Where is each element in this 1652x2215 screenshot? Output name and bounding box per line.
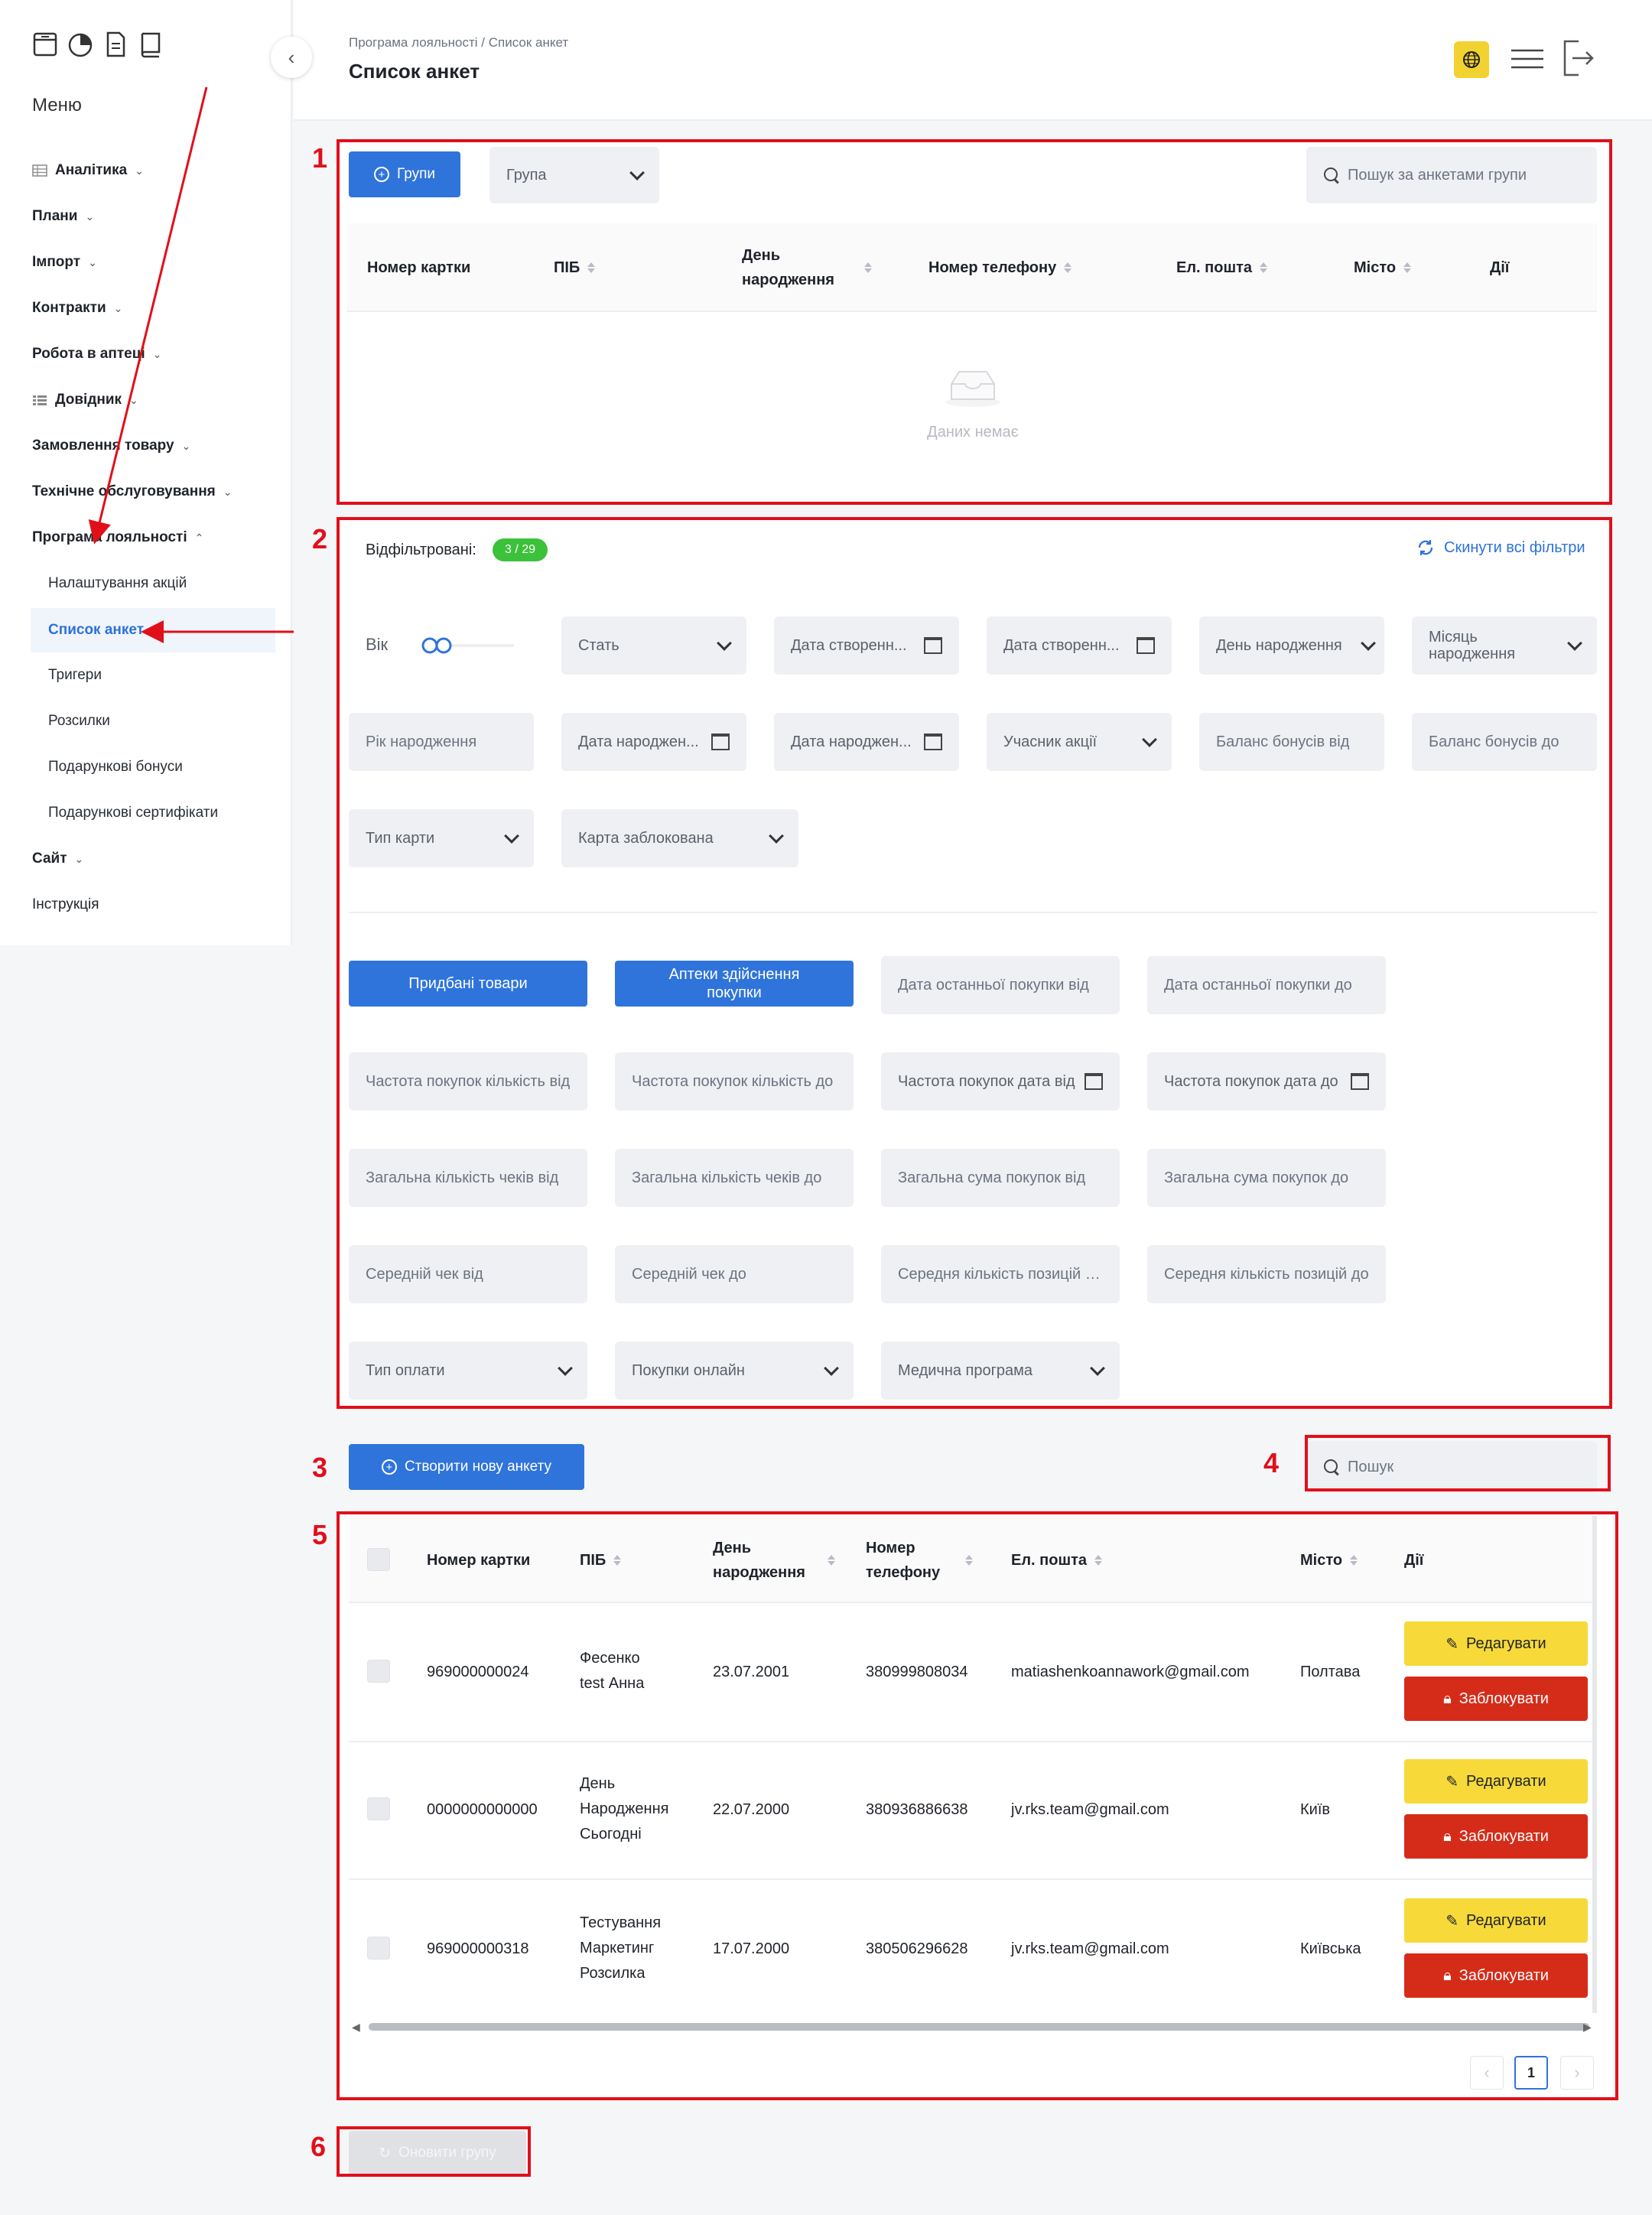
chevron-down-icon: ⌄	[129, 393, 138, 406]
sidebar-item-label: Інструкція	[32, 896, 99, 912]
logout-icon[interactable]	[1562, 38, 1595, 78]
globe-icon	[1463, 51, 1480, 68]
sidebar-item-label: Довідник	[55, 392, 122, 408]
sidebar-item-instructions[interactable]: Інструкція	[32, 896, 99, 913]
sidebar: Меню Аналітика ⌄ Плани ⌄ Імпорт ⌄ Контракти…	[0, 0, 292, 945]
sidebar-item-plans[interactable]: Плани ⌄	[32, 208, 94, 225]
list-icon	[32, 394, 47, 406]
chevron-down-icon: ⌄	[152, 347, 162, 360]
annotation-number: 6	[311, 2131, 327, 2162]
create-form-label: Створити нову анкету	[404, 1459, 552, 1475]
hamburger-menu-icon[interactable]	[1510, 46, 1545, 72]
menu-title: Меню	[32, 95, 82, 115]
annotation-box-1	[337, 139, 1612, 505]
sidebar-subitem-forms-list[interactable]: Список анкет	[31, 608, 275, 652]
sidebar-item-label: Імпорт	[32, 254, 81, 270]
sidebar-item-loyalty[interactable]: Програма лояльності ⌃	[32, 529, 203, 546]
annotation-number: 4	[1263, 1447, 1280, 1478]
sidebar-item-label: Аналітика	[55, 162, 128, 178]
language-button[interactable]	[1454, 41, 1489, 78]
sidebar-item-label: Програма лояльності	[32, 529, 187, 545]
sidebar-item-label: Замовлення товару	[32, 437, 174, 454]
sidebar-subitem-gift-certificates[interactable]: Подарункові сертифікати	[48, 805, 218, 821]
sidebar-item-label: Плани	[32, 208, 78, 224]
collapse-sidebar-button[interactable]: ‹	[271, 37, 312, 78]
sidebar-item-label: Технічне обслуговування	[32, 483, 216, 499]
annotation-box-5	[337, 1511, 1618, 2100]
create-form-button[interactable]: + Створити нову анкету	[349, 1444, 584, 1490]
sidebar-item-pharmacy-work[interactable]: Робота в аптеці ⌄	[32, 346, 161, 363]
plus-circle-icon: +	[381, 1459, 397, 1475]
sidebar-item-reference[interactable]: Довідник ⌄	[32, 392, 138, 408]
annotation-box-2	[337, 517, 1612, 1409]
annotation-box-4	[1305, 1435, 1611, 1491]
page-header: Програма лояльності / Список анкет Списо…	[294, 0, 1652, 121]
annotation-number: 1	[312, 142, 328, 174]
chevron-down-icon: ⌄	[88, 255, 97, 268]
chevron-up-icon: ⌃	[194, 531, 204, 544]
chevron-down-icon: ⌄	[223, 485, 233, 498]
sidebar-top-icons	[32, 31, 164, 58]
sidebar-item-label: Робота в аптеці	[32, 346, 145, 362]
sidebar-subitem-promo-settings[interactable]: Налаштування акцій	[48, 575, 187, 592]
sidebar-subitem-mailings[interactable]: Розсилки	[48, 713, 110, 730]
chevron-left-icon: ‹	[288, 45, 295, 69]
pie-chart-icon[interactable]	[67, 31, 93, 58]
annotation-number: 3	[312, 1452, 328, 1483]
chevron-down-icon: ⌄	[85, 210, 95, 223]
sidebar-item-maintenance[interactable]: Технічне обслуговування ⌄	[32, 483, 233, 500]
annotation-box-6	[337, 2126, 531, 2177]
chevron-down-icon: ⌄	[181, 439, 191, 452]
chevron-down-icon: ⌄	[74, 852, 84, 865]
sidebar-subitem-gift-bonuses[interactable]: Подарункові бонуси	[48, 759, 183, 776]
sidebar-item-import[interactable]: Імпорт ⌄	[32, 254, 97, 271]
sidebar-item-analytics[interactable]: Аналітика ⌄	[32, 162, 144, 179]
sidebar-item-label: Контракти	[32, 300, 106, 316]
document-icon[interactable]	[102, 31, 128, 58]
sidebar-subitem-triggers[interactable]: Тригери	[48, 667, 102, 684]
book-icon[interactable]	[138, 31, 164, 58]
sidebar-item-contracts[interactable]: Контракти ⌄	[32, 300, 122, 317]
table-icon	[32, 164, 47, 177]
breadcrumb: Програма лояльності / Список анкет	[349, 35, 569, 50]
page-title: Список анкет	[349, 60, 480, 83]
chevron-down-icon: ⌄	[113, 301, 123, 314]
sidebar-item-orders[interactable]: Замовлення товару ⌄	[32, 437, 190, 454]
sidebar-item-label: Сайт	[32, 851, 67, 867]
archive-icon[interactable]	[32, 31, 58, 58]
sidebar-item-site[interactable]: Сайт ⌄	[32, 851, 83, 867]
chevron-down-icon: ⌄	[135, 164, 144, 177]
annotation-number: 2	[312, 523, 328, 555]
annotation-number: 5	[312, 1519, 328, 1550]
